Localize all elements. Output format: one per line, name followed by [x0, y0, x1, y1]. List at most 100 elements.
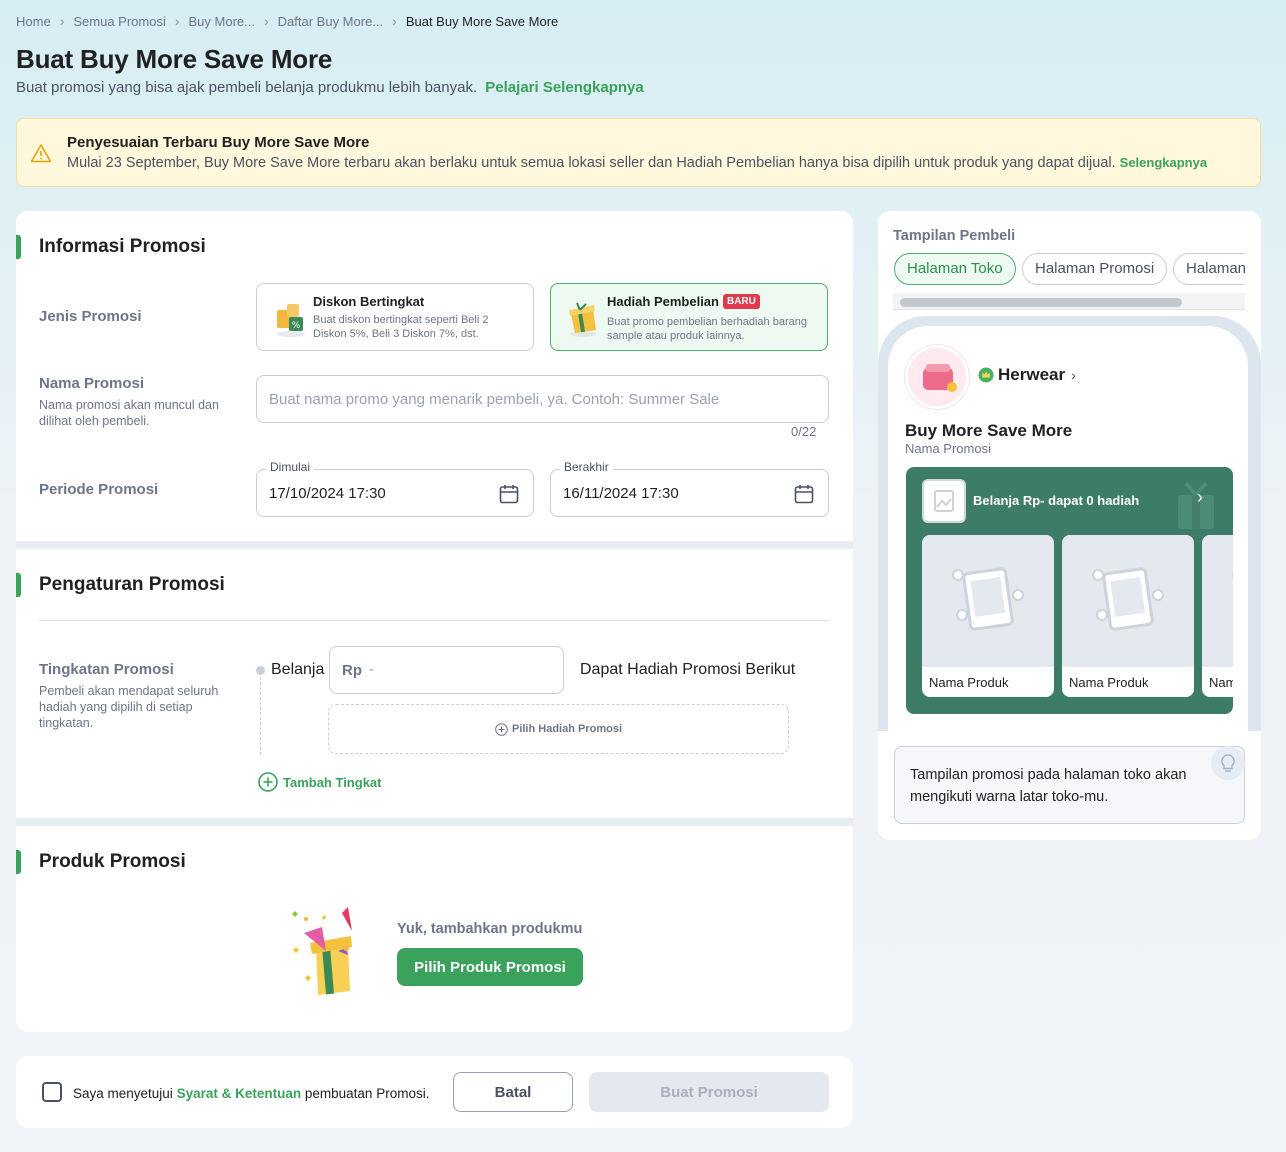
cancel-button[interactable]: Batal	[453, 1072, 573, 1112]
promo-name-help: Nama promosi akan muncul dan dilihat ole…	[39, 398, 219, 428]
tier-gift-thumb	[922, 479, 966, 523]
section-title-informasi: Informasi Promosi	[39, 236, 206, 257]
section-title-pengaturan: Pengaturan Promosi	[39, 574, 225, 595]
crown-badge-icon	[978, 367, 994, 383]
plus-circle-icon	[258, 772, 278, 792]
info-alert: Penyesuaian Terbaru Buy More Save More M…	[16, 118, 1261, 187]
scrollbar-thumb[interactable]	[900, 298, 1182, 307]
shop-name: Herwear	[998, 365, 1066, 384]
tier-connector	[260, 677, 261, 755]
breadcrumb-daftar[interactable]: Daftar Buy More...	[278, 14, 383, 29]
agree-text: Saya menyetujui Syarat & Ketentuan pembu…	[73, 1086, 429, 1101]
amount-placeholder: -	[369, 661, 374, 678]
product-name: Nama Produk	[1069, 675, 1149, 690]
add-tier-button[interactable]: Tambah Tingkat	[258, 772, 381, 792]
page-subtitle: Buat promosi yang bisa ajak pembeli bela…	[16, 79, 644, 96]
agree-prefix: Saya menyetujui	[73, 1086, 173, 1101]
breadcrumb-semua-promosi[interactable]: Semua Promosi	[73, 14, 165, 29]
breadcrumb: Home › Semua Promosi › Buy More... › Daf…	[16, 13, 558, 29]
chevron-right-icon: ›	[263, 13, 269, 29]
pick-reward-box[interactable]: Pilih Hadiah Promosi	[328, 704, 789, 754]
promo-period-label: Periode Promosi	[39, 481, 159, 498]
promo-name-label: Nama Promosi	[39, 375, 145, 392]
alert-message: Mulai 23 September, Buy More Save More t…	[67, 155, 1207, 171]
section-divider	[16, 541, 853, 549]
calendar-icon[interactable]	[499, 484, 519, 504]
gift-box-illustration	[292, 907, 352, 995]
promo-name-counter: 0/22	[791, 424, 817, 439]
end-date-label: Berakhir	[560, 460, 613, 474]
page-title: Buat Buy More Save More	[16, 44, 333, 74]
promo-name-input[interactable]: Buat nama promo yang menarik pembeli, ya…	[256, 375, 829, 423]
reward-text: Dapat Hadiah Promosi Berikut	[580, 661, 796, 678]
spend-amount-input[interactable]: Rp -	[329, 646, 564, 694]
end-date-field[interactable]: Berakhir 16/11/2024 17:30	[550, 460, 829, 517]
chevron-right-icon: ›	[1071, 367, 1076, 383]
chevron-right-icon: ›	[392, 13, 397, 29]
preview-title: Tampilan Pembeli	[893, 228, 1016, 244]
preview-product-card: Nama Produk	[1202, 535, 1233, 697]
alert-more-link[interactable]: Selengkapnya	[1120, 155, 1207, 170]
shop-name-row[interactable]: Herwear ›	[978, 365, 1076, 385]
start-date-label: Dimulai	[266, 460, 315, 474]
tabs-scrollbar[interactable]	[893, 293, 1245, 310]
start-date-field[interactable]: Dimulai 17/10/2024 17:30	[256, 460, 534, 517]
alert-title: Penyesuaian Terbaru Buy More Save More	[67, 134, 370, 151]
tab-halaman-toko[interactable]: Halaman Toko	[894, 253, 1016, 285]
promo-type-label: Jenis Promosi	[39, 308, 142, 325]
promo-type-option-hadiah[interactable]: Hadiah Pembelian BARU Buat promo pembeli…	[550, 283, 828, 351]
agree-checkbox[interactable]	[42, 1082, 62, 1102]
phone-frame: Herwear › Buy More Save More Nama Promos…	[878, 316, 1261, 731]
preview-note: Tampilan promosi pada halaman toko akan …	[894, 746, 1245, 824]
section-accent-bar	[16, 235, 21, 259]
wallet-icon	[923, 364, 957, 392]
product-name: Nama Produk	[929, 675, 1009, 690]
tier-help: Pembeli akan mendapat seluruh hadiah yan…	[39, 684, 219, 730]
shop-logo	[905, 345, 969, 409]
product-image	[1062, 535, 1194, 667]
page-subtitle-text: Buat promosi yang bisa ajak pembeli bela…	[16, 79, 478, 96]
lightbulb-icon	[1211, 746, 1245, 780]
image-placeholder-icon	[1092, 567, 1164, 631]
chevron-right-icon: ›	[174, 13, 180, 29]
tier-summary: Belanja Rp- dapat 0 hadiah	[973, 493, 1140, 508]
calendar-icon[interactable]	[794, 484, 814, 504]
image-placeholder-icon	[1232, 571, 1233, 579]
preview-promo-box: Belanja Rp- dapat 0 hadiah › Nama Produk	[906, 467, 1233, 714]
currency-prefix: Rp	[342, 662, 362, 679]
promo-type-option-diskon[interactable]: % Diskon Bertingkat Buat diskon bertingk…	[256, 283, 534, 351]
pick-reward-button[interactable]: Pilih Hadiah Promosi	[329, 705, 788, 753]
learn-more-link[interactable]: Pelajari Selengkapnya	[485, 79, 643, 96]
gift-watermark-icon	[1178, 481, 1214, 529]
empty-products-text: Yuk, tambahkan produkmu	[397, 921, 583, 937]
alert-message-text: Mulai 23 September, Buy More Save More t…	[67, 155, 1116, 171]
breadcrumb-buy-more[interactable]: Buy More...	[189, 14, 255, 29]
product-image	[922, 535, 1054, 667]
promo-type-title: Diskon Bertingkat	[313, 294, 425, 309]
add-tier-label: Tambah Tingkat	[283, 774, 382, 790]
breadcrumb-home[interactable]: Home	[16, 14, 51, 29]
preview-promo-name: Nama Promosi	[905, 441, 991, 456]
preview-product-card: Nama Produk	[922, 535, 1054, 697]
product-image	[1202, 535, 1233, 667]
promo-type-desc: Buat promo pembelian berhadiah barang sa…	[607, 316, 807, 342]
terms-link[interactable]: Syarat & Ketentuan	[177, 1086, 302, 1101]
tier-label: Tingkatan Promosi	[39, 661, 174, 678]
create-promo-button[interactable]: Buat Promosi	[589, 1072, 829, 1112]
agree-suffix: pembuatan Promosi.	[304, 1086, 430, 1101]
preview-product-card: Nama Produk	[1062, 535, 1194, 697]
image-placeholder-icon	[934, 490, 954, 512]
gift-purchase-icon	[569, 302, 596, 337]
pick-products-button[interactable]: Pilih Produk Promosi	[397, 948, 583, 986]
buyer-preview-card: Tampilan Pembeli Halaman Toko Halaman Pr…	[878, 211, 1261, 840]
chevron-right-icon[interactable]: ›	[1197, 487, 1203, 508]
tiered-discount-icon: %	[277, 304, 305, 337]
promo-type-title: Hadiah Pembelian	[607, 294, 719, 309]
tab-fade	[1245, 251, 1261, 291]
tab-halaman-promosi[interactable]: Halaman Promosi	[1022, 253, 1168, 285]
product-name: Nama Produk	[1209, 675, 1233, 690]
breadcrumb-current: Buat Buy More Save More	[405, 13, 559, 29]
image-placeholder-icon	[952, 567, 1024, 631]
section-accent-bar	[16, 850, 21, 874]
plus-circle-icon	[495, 722, 508, 736]
